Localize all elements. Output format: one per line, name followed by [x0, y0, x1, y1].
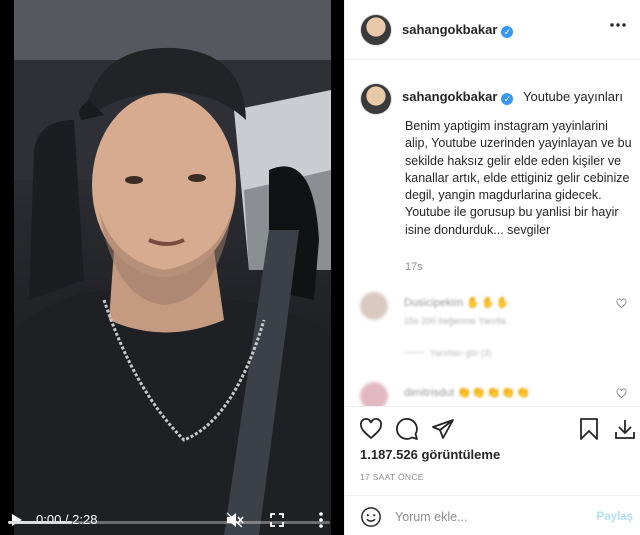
- video-player[interactable]: 0:00 / 2:28: [0, 0, 344, 535]
- video-progress-bar[interactable]: [8, 521, 330, 524]
- comment-input[interactable]: [395, 506, 585, 528]
- fullscreen-icon[interactable]: [270, 513, 284, 527]
- comment-text: 👏👏👏👏👏: [457, 387, 531, 399]
- heart-icon[interactable]: [359, 417, 383, 441]
- smiley-icon[interactable]: [360, 506, 382, 528]
- more-options-icon[interactable]: [316, 511, 326, 529]
- comment-username[interactable]: dimitrisdut 👏👏👏👏👏: [404, 386, 531, 399]
- caption-text: Benim yaptigim instagram yayinlarini ali…: [405, 119, 632, 237]
- post-header: sahangokbakar ✓: [345, 0, 640, 60]
- heart-icon[interactable]: [616, 388, 627, 399]
- add-comment-bar: Paylaş: [345, 495, 640, 535]
- video-progress-fill: [8, 521, 73, 524]
- caption-avatar[interactable]: [360, 83, 392, 115]
- play-icon[interactable]: [9, 513, 23, 527]
- paper-plane-icon[interactable]: [431, 417, 455, 441]
- post-panel: sahangokbakar ✓ sahangokbakar ✓ Youtube ya…: [344, 0, 640, 535]
- avatar[interactable]: [360, 292, 388, 320]
- heart-icon[interactable]: [616, 298, 627, 309]
- post-timestamp: 17 SAAT ÖNCE: [360, 472, 424, 482]
- avatar[interactable]: [360, 14, 392, 46]
- caption-username[interactable]: sahangokbakar: [402, 89, 497, 104]
- post-comment-button[interactable]: Paylaş: [597, 511, 633, 523]
- caption-location: Youtube yayınları: [523, 89, 623, 104]
- video-controls: 0:00 / 2:28: [0, 479, 344, 535]
- view-count[interactable]: 1.187.526 görüntüleme: [360, 447, 500, 462]
- comment-text: ✋✋✋: [466, 297, 511, 309]
- view-replies-link[interactable]: Yanıtları gör (3): [404, 348, 492, 358]
- video-time: 0:00 / 2:28: [36, 512, 98, 527]
- action-bar: [345, 406, 640, 450]
- caption-timestamp: 17s: [405, 261, 423, 273]
- more-options-icon[interactable]: [609, 22, 627, 28]
- comments-area[interactable]: sahangokbakar ✓ Youtube yayınları Benim y…: [345, 60, 640, 406]
- comment-username[interactable]: Dusicipekim ✋✋✋: [404, 296, 510, 309]
- comment-icon[interactable]: [395, 417, 419, 441]
- verified-badge-icon: ✓: [501, 93, 514, 105]
- video-frame[interactable]: [14, 0, 331, 535]
- download-icon[interactable]: [613, 417, 637, 441]
- header-username[interactable]: sahangokbakar ✓: [402, 22, 514, 38]
- verified-badge-icon: ✓: [501, 26, 514, 38]
- mute-icon[interactable]: [226, 512, 244, 528]
- avatar[interactable]: [360, 382, 388, 406]
- bookmark-icon[interactable]: [577, 417, 601, 441]
- comment-meta: 15s 200 beğenme Yanıtla: [404, 316, 506, 326]
- caption-header: sahangokbakar ✓ Youtube yayınları: [402, 89, 623, 105]
- video-still-image: [14, 0, 331, 535]
